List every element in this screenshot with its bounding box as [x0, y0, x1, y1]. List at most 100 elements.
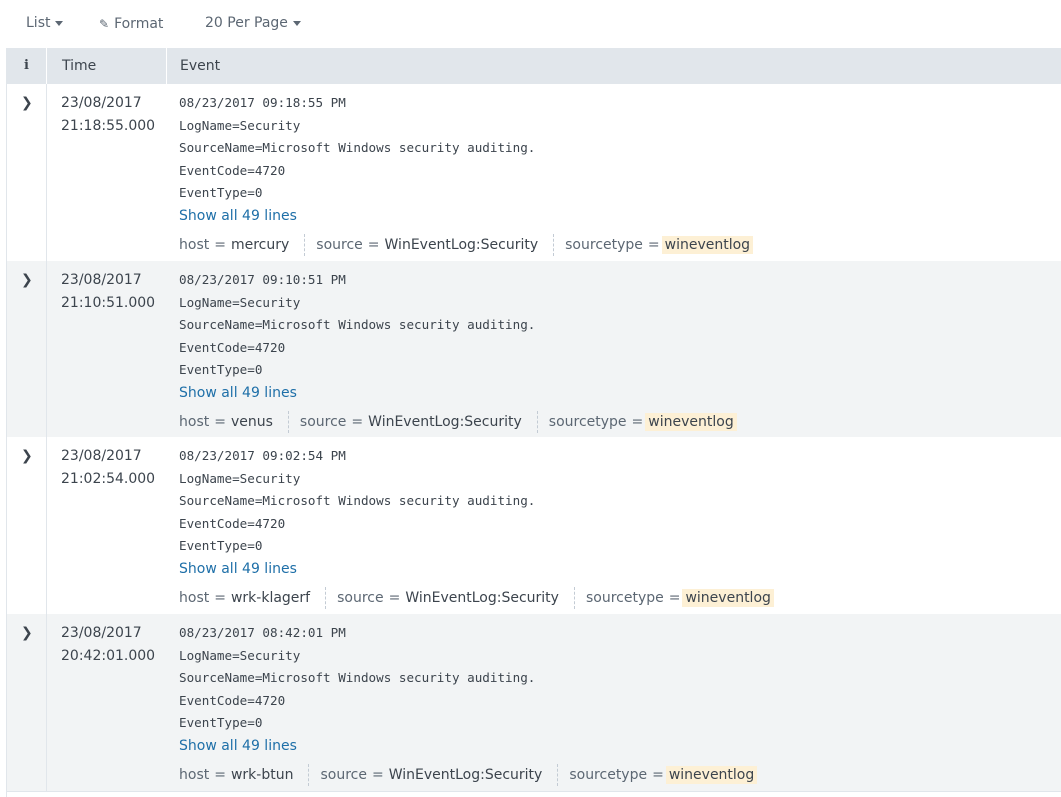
expand-chevron-icon[interactable]: ❯: [21, 273, 33, 287]
field-key: host: [179, 413, 210, 430]
field-equals: =: [214, 766, 226, 783]
event-fields: host = venus source = WinEventLog:Securi…: [179, 410, 1049, 433]
field-key: host: [179, 236, 210, 253]
event-raw-line: LogName=Security: [179, 294, 301, 310]
event-timestamp: 23/08/2017 21:18:55.000: [61, 92, 155, 137]
event-raw-line: 08/23/2017 08:42:01 PM: [179, 625, 346, 640]
event-time: 21:10:51.000: [61, 294, 156, 311]
event-timestamp: 23/08/2017 21:10:51.000: [61, 269, 155, 314]
event-fields: host = wrk-btun source = WinEventLog:Sec…: [179, 763, 1049, 786]
field-value-sourcetype[interactable]: wineventlog: [682, 588, 774, 607]
event-row: ❯ 23/08/2017 21:10:51.000 08/23/2017 09:…: [7, 261, 1061, 437]
event-date: 23/08/2017: [61, 448, 142, 464]
event-raw-line: LogName=Security: [179, 647, 301, 663]
caret-down-icon: [292, 21, 301, 26]
expand-chevron-icon[interactable]: ❯: [21, 449, 33, 463]
event-date: 23/08/2017: [61, 272, 142, 288]
per-page-dropdown[interactable]: 20 Per Page: [205, 14, 301, 32]
event-raw-line: 08/23/2017 09:10:51 PM: [179, 272, 346, 287]
format-button[interactable]: ✎ Format: [99, 15, 163, 33]
field-equals: =: [351, 413, 364, 430]
event-raw-line: EventCode=4720: [179, 339, 286, 355]
event-raw-line: EventType=0: [179, 185, 263, 200]
event-raw-line: EventCode=4720: [179, 515, 286, 531]
event-body: 08/23/2017 09:18:55 PM LogName=Security So…: [179, 92, 1049, 256]
show-all-lines-link[interactable]: Show all 49 lines: [179, 560, 297, 579]
event-raw-line: EventType=0: [179, 362, 263, 377]
field-source: source = WinEventLog:Security: [316, 233, 555, 256]
events-table: i Time Event ❯ 23/08/2017 21:18:55.000 0…: [6, 48, 1061, 797]
field-value-source[interactable]: WinEventLog:Security: [365, 413, 525, 431]
event-column-header[interactable]: Event: [166, 48, 1061, 84]
field-host: host = wrk-btun: [179, 763, 310, 786]
show-all-lines-link[interactable]: Show all 49 lines: [179, 384, 297, 403]
per-page-label: 20 Per Page: [205, 15, 288, 31]
event-fields: host = mercury source = WinEventLog:Secu…: [179, 233, 1049, 256]
show-all-lines-link[interactable]: Show all 49 lines: [179, 207, 297, 226]
field-equals: =: [367, 236, 380, 253]
field-equals: =: [214, 589, 226, 606]
field-value-host[interactable]: venus: [228, 413, 276, 431]
field-key: host: [179, 589, 210, 606]
expand-chevron-icon[interactable]: ❯: [21, 626, 33, 640]
field-value-host[interactable]: wrk-btun: [228, 766, 297, 784]
show-all-lines-link[interactable]: Show all 49 lines: [179, 737, 297, 756]
field-equals: =: [631, 413, 644, 430]
field-source: source = WinEventLog:Security: [337, 586, 575, 609]
field-value-source[interactable]: WinEventLog:Security: [386, 766, 546, 784]
field-key: sourcetype: [565, 236, 643, 253]
field-value-host[interactable]: wrk-klagerf: [228, 589, 313, 607]
event-raw-line: LogName=Security: [179, 470, 301, 486]
column-divider: [46, 437, 47, 614]
event-row: ❯ 23/08/2017 21:18:55.000 08/23/2017 09:…: [7, 84, 1061, 261]
event-raw-line: EventType=0: [179, 538, 263, 553]
field-equals: =: [647, 236, 660, 253]
field-equals: =: [652, 766, 664, 783]
caret-down-icon: [55, 21, 64, 26]
event-raw-line: LogName=Security: [179, 117, 301, 133]
event-time: 20:42:01.000: [61, 647, 156, 664]
list-view-label: List: [26, 15, 51, 31]
event-raw-line: SourceName=Microsoft Windows security au…: [179, 670, 536, 685]
field-key: sourcetype: [585, 589, 664, 606]
column-divider: [46, 614, 47, 791]
event-time: 21:02:54.000: [61, 470, 156, 487]
event-raw-line: EventCode=4720: [179, 162, 286, 178]
event-timestamp: 23/08/2017 21:02:54.000: [61, 445, 155, 490]
field-value-host[interactable]: mercury: [228, 236, 292, 254]
field-value-sourcetype[interactable]: wineventlog: [661, 235, 754, 254]
event-raw-line: 08/23/2017 09:18:55 PM: [179, 95, 346, 110]
field-key: source: [316, 236, 363, 253]
field-host: host = venus: [179, 410, 289, 433]
field-equals: =: [388, 589, 401, 606]
field-key: source: [320, 766, 367, 783]
field-sourcetype: sourcetype = wineventlog: [549, 411, 749, 433]
field-sourcetype: sourcetype = wineventlog: [569, 764, 769, 786]
event-raw-line: SourceName=Microsoft Windows security au…: [179, 317, 536, 332]
event-row: ❯ 23/08/2017 20:42:01.000 08/23/2017 08:…: [7, 614, 1061, 791]
field-key: source: [299, 413, 347, 430]
field-key: sourcetype: [548, 413, 627, 430]
list-view-dropdown[interactable]: List: [26, 14, 64, 32]
event-row: ❯ 23/08/2017 21:02:54.000 08/23/2017 09:…: [7, 437, 1061, 614]
info-column-header[interactable]: i: [7, 48, 46, 84]
field-value-sourcetype[interactable]: wineventlog: [645, 412, 737, 431]
field-equals: =: [371, 766, 384, 783]
column-divider: [46, 84, 47, 261]
expand-chevron-icon[interactable]: ❯: [21, 96, 33, 110]
field-host: host = wrk-klagerf: [179, 586, 327, 609]
field-key: host: [179, 766, 210, 783]
event-date: 23/08/2017: [61, 95, 142, 111]
field-value-source[interactable]: WinEventLog:Security: [402, 589, 562, 607]
time-column-header[interactable]: Time: [46, 48, 166, 84]
event-time: 21:18:55.000: [61, 117, 156, 134]
event-date: 23/08/2017: [61, 625, 142, 641]
field-value-source[interactable]: WinEventLog:Security: [382, 236, 542, 254]
format-label: Format: [114, 16, 164, 32]
field-source: source = WinEventLog:Security: [299, 410, 538, 433]
event-raw-line: 08/23/2017 09:02:54 PM: [179, 448, 346, 463]
event-timestamp: 23/08/2017 20:42:01.000: [61, 622, 155, 667]
field-value-sourcetype[interactable]: wineventlog: [665, 765, 758, 784]
pencil-icon: ✎: [99, 17, 110, 31]
field-sourcetype: sourcetype = wineventlog: [586, 587, 786, 609]
